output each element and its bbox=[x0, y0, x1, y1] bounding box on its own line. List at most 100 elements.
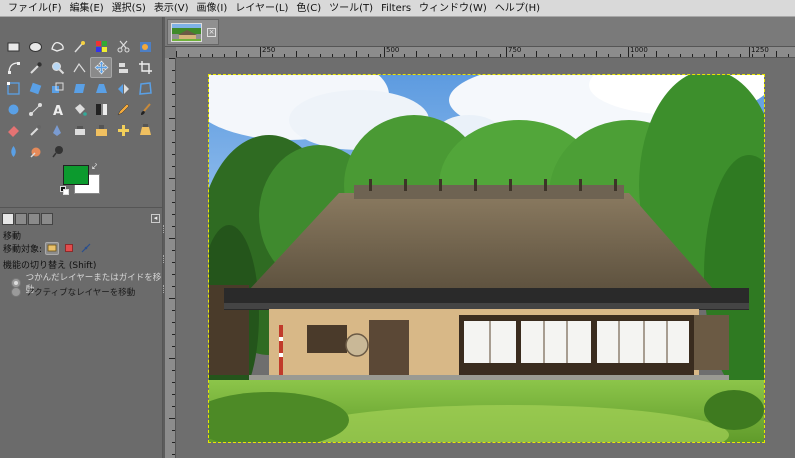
mypaint-brush-icon[interactable] bbox=[68, 120, 90, 141]
color-select-icon[interactable] bbox=[90, 36, 112, 57]
toolbox-panel: A ⤦ ◂ 移動 移動対象: 機能の切り替え (Shift) つかんだレイヤーま… bbox=[0, 17, 163, 458]
move-layer-mode-icon[interactable] bbox=[45, 241, 60, 255]
crop-icon[interactable] bbox=[134, 57, 156, 78]
ruler-tick bbox=[172, 262, 175, 263]
shear-icon[interactable] bbox=[68, 78, 90, 99]
cage-transform-icon[interactable] bbox=[134, 78, 156, 99]
ruler-tick bbox=[704, 54, 705, 57]
menu-item[interactable]: ウィンドウ(W) bbox=[415, 0, 491, 17]
fuzzy-select-icon[interactable] bbox=[68, 36, 90, 57]
move-selection-mode-icon[interactable] bbox=[62, 242, 76, 255]
radio-active-layer[interactable]: アクティブなレイヤーを移動 bbox=[11, 286, 135, 298]
ruler-tick bbox=[172, 106, 175, 107]
menu-item[interactable]: ファイル(F) bbox=[4, 0, 66, 17]
menu-item[interactable]: 表示(V) bbox=[150, 0, 193, 17]
menu-item[interactable]: 色(C) bbox=[292, 0, 325, 17]
bucket-fill-icon[interactable] bbox=[68, 99, 90, 120]
default-colors-icon[interactable] bbox=[60, 186, 69, 195]
perspective-clone-icon[interactable] bbox=[134, 120, 156, 141]
menu-item[interactable]: 選択(S) bbox=[108, 0, 150, 17]
ruler-tick bbox=[169, 298, 175, 299]
menu-item[interactable]: ツール(T) bbox=[325, 0, 377, 17]
thatched-house-photo[interactable] bbox=[208, 74, 765, 443]
ink-icon[interactable] bbox=[46, 120, 68, 141]
zoom-icon[interactable] bbox=[46, 57, 68, 78]
scissors-select-icon[interactable] bbox=[112, 36, 134, 57]
swap-colors-icon[interactable]: ⤦ bbox=[92, 162, 97, 172]
paths-icon[interactable] bbox=[2, 57, 24, 78]
svg-text:A: A bbox=[53, 104, 63, 117]
flip-icon[interactable] bbox=[112, 78, 134, 99]
menu-item[interactable]: 編集(E) bbox=[66, 0, 108, 17]
ruler-tick bbox=[236, 51, 237, 57]
menu-item[interactable]: Filters bbox=[377, 0, 415, 17]
device-status-tab-icon[interactable] bbox=[15, 213, 27, 225]
image-tab[interactable]: × bbox=[167, 19, 219, 45]
ruler-tick bbox=[356, 51, 357, 57]
toolbox-separator bbox=[0, 207, 163, 208]
text-icon[interactable]: A bbox=[46, 99, 68, 120]
ruler-tick bbox=[512, 54, 513, 57]
foreground-color-swatch[interactable] bbox=[63, 165, 89, 185]
warp-transform-icon[interactable] bbox=[2, 99, 24, 120]
ruler-tick bbox=[172, 166, 175, 167]
rect-select-icon[interactable] bbox=[2, 36, 24, 57]
ruler-tick bbox=[172, 430, 175, 431]
ruler-tick bbox=[172, 322, 175, 323]
dock-menu-icon[interactable]: ◂ bbox=[151, 214, 160, 223]
heal-icon[interactable] bbox=[112, 120, 134, 141]
gradient-icon[interactable] bbox=[90, 99, 112, 120]
tool-options-tab-icon[interactable] bbox=[2, 213, 14, 225]
pencil-icon[interactable] bbox=[112, 99, 134, 120]
tool-toggle-label: 機能の切り替え (Shift) bbox=[3, 261, 97, 271]
ruler-tick bbox=[172, 454, 175, 455]
eraser-icon[interactable] bbox=[2, 120, 24, 141]
tool-grid: A bbox=[2, 36, 160, 162]
foreground-select-icon[interactable] bbox=[134, 36, 156, 57]
airbrush-icon[interactable] bbox=[24, 120, 46, 141]
paintbrush-icon[interactable] bbox=[134, 99, 156, 120]
color-picker-icon[interactable] bbox=[24, 57, 46, 78]
ruler-corner bbox=[165, 47, 176, 58]
align-icon[interactable] bbox=[112, 57, 134, 78]
close-tab-icon[interactable]: × bbox=[207, 28, 216, 37]
radio-active-layer-dot[interactable] bbox=[11, 287, 21, 297]
image-canvas[interactable] bbox=[176, 58, 795, 458]
menu-item[interactable]: ヘルプ(H) bbox=[491, 0, 544, 17]
ruler-major-tick bbox=[628, 47, 629, 57]
ruler-tick bbox=[172, 154, 175, 155]
ruler-tick bbox=[172, 142, 175, 143]
ruler-tick bbox=[644, 54, 645, 57]
dodge-burn-icon[interactable] bbox=[46, 141, 68, 162]
scale-icon[interactable] bbox=[46, 78, 68, 99]
smudge-icon[interactable] bbox=[24, 141, 46, 162]
ruler-tick bbox=[172, 346, 175, 347]
move-path-mode-icon[interactable] bbox=[79, 242, 93, 255]
ruler-tick bbox=[464, 54, 465, 57]
color-area[interactable]: ⤦ bbox=[60, 162, 104, 198]
ruler-tick bbox=[632, 54, 633, 57]
ruler-tick bbox=[172, 442, 175, 443]
vertical-ruler[interactable] bbox=[165, 58, 176, 458]
images-tab-icon[interactable] bbox=[41, 213, 53, 225]
ruler-label: 250 bbox=[262, 47, 276, 54]
handle-transform-icon[interactable] bbox=[24, 99, 46, 120]
horizontal-ruler[interactable]: 250 500 750 1000 1250 bbox=[176, 47, 795, 58]
undo-history-tab-icon[interactable] bbox=[28, 213, 40, 225]
ruler-tick bbox=[668, 54, 669, 57]
radio-active-layer-label: アクティブなレイヤーを移動 bbox=[26, 288, 136, 298]
clone-icon[interactable] bbox=[90, 120, 112, 141]
blur-sharpen-icon[interactable] bbox=[2, 141, 24, 162]
unified-transform-icon[interactable] bbox=[2, 78, 24, 99]
move-icon[interactable] bbox=[90, 57, 112, 78]
ruler-tick bbox=[740, 54, 741, 57]
menu-item[interactable]: 画像(I) bbox=[193, 0, 232, 17]
ruler-tick bbox=[172, 394, 175, 395]
free-select-icon[interactable] bbox=[46, 36, 68, 57]
menu-item[interactable]: レイヤー(L) bbox=[231, 0, 292, 17]
rotate-icon[interactable] bbox=[24, 78, 46, 99]
ellipse-select-icon[interactable] bbox=[24, 36, 46, 57]
perspective-icon[interactable] bbox=[90, 78, 112, 99]
measure-icon[interactable] bbox=[68, 57, 90, 78]
ruler-tick bbox=[172, 286, 175, 287]
